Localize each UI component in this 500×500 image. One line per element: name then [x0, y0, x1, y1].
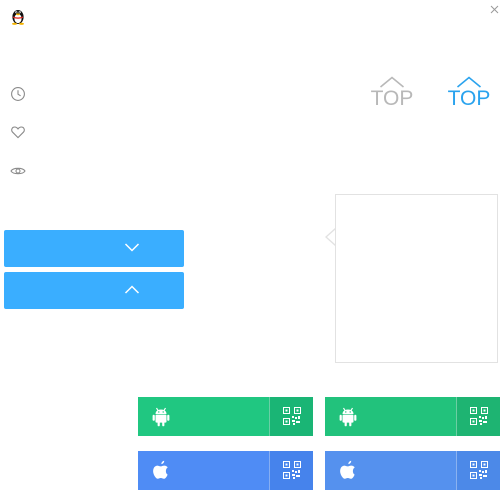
qr-code-button[interactable] [269, 451, 313, 490]
qr-code-button[interactable] [269, 397, 313, 436]
qr-code-popup [335, 194, 498, 363]
qr-code-icon [470, 461, 488, 479]
android-icon [152, 407, 170, 427]
ios-download-button[interactable] [138, 451, 313, 490]
qr-code-icon [283, 407, 301, 425]
qr-code-button[interactable] [456, 397, 500, 436]
top-label: TOP [370, 87, 414, 110]
chevron-down-icon [124, 243, 140, 252]
heart-icon[interactable] [10, 124, 26, 140]
back-to-top-button[interactable]: TOP [369, 76, 415, 116]
android-icon [339, 407, 357, 427]
apple-icon [340, 460, 355, 479]
ios-download-button[interactable] [325, 451, 500, 490]
android-download-button[interactable] [325, 397, 500, 436]
chevron-up-icon [124, 285, 140, 294]
close-icon[interactable] [490, 1, 499, 14]
apple-icon [153, 460, 168, 479]
top-label-active: TOP [447, 87, 491, 110]
qr-code-icon [470, 407, 488, 425]
collapse-bar-button[interactable] [4, 272, 184, 309]
back-to-top-button-active[interactable]: TOP [446, 76, 492, 116]
qr-code-icon [283, 461, 301, 479]
android-download-button[interactable] [138, 397, 313, 436]
qq-penguin-logo [10, 7, 26, 25]
clock-icon[interactable] [10, 86, 26, 102]
expand-bar-button[interactable] [4, 230, 184, 267]
eye-icon[interactable] [10, 163, 26, 179]
qr-code-button[interactable] [456, 451, 500, 490]
